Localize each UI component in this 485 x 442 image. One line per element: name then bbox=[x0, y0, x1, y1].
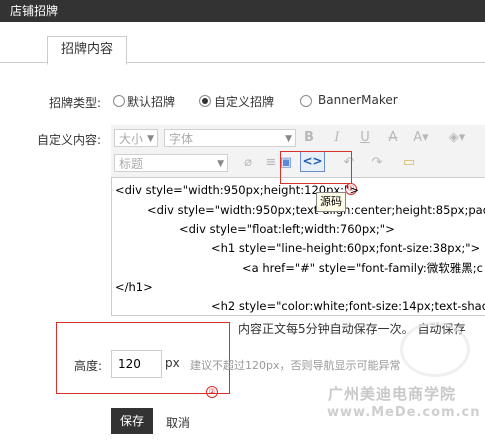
radio-custom-sign[interactable] bbox=[199, 95, 211, 107]
font-family-select-value: 字体 bbox=[169, 132, 194, 146]
window-title: 店铺招牌 bbox=[10, 4, 59, 18]
title-bar: 店铺招牌 bbox=[0, 0, 485, 22]
cancel-button[interactable]: 取消 bbox=[166, 414, 190, 431]
radio-default-sign[interactable] bbox=[113, 95, 125, 107]
insert-file-icon[interactable]: ▭ bbox=[399, 153, 419, 173]
font-size-select-value: 大小 bbox=[119, 132, 144, 146]
chevron-down-icon: ▼ bbox=[147, 134, 154, 144]
heading-select[interactable]: 标题 ▼ bbox=[114, 154, 228, 172]
radio-default-sign-label[interactable]: 默认招牌 bbox=[127, 93, 175, 110]
code-line: <a href="#" style="font-family:微软雅黑;c bbox=[242, 261, 483, 275]
underline-icon[interactable]: U bbox=[355, 128, 375, 148]
bold-icon[interactable]: B bbox=[299, 128, 319, 148]
watermark-logo bbox=[400, 322, 470, 377]
height-hint: 建议不超过120px，否则导航显示可能异常 bbox=[190, 359, 401, 372]
font-size-select[interactable]: 大小 ▼ bbox=[114, 129, 158, 147]
save-button[interactable]: 保存 bbox=[111, 408, 153, 434]
radio-bannermaker-label[interactable]: BannerMaker bbox=[318, 93, 398, 107]
code-line: <h1 style="line-height:60px;font-size:38… bbox=[211, 241, 481, 255]
source-code-area[interactable]: <div style="width:950px;height:120px;"> … bbox=[112, 178, 485, 313]
source-tooltip: 源码 bbox=[316, 192, 346, 212]
code-line: </h1> bbox=[115, 280, 153, 294]
height-input[interactable]: 120 bbox=[111, 350, 162, 378]
font-family-select[interactable]: 字体 ▼ bbox=[164, 129, 296, 147]
annotation-step-2: ② bbox=[206, 386, 218, 398]
code-line: <h2 style="color:white;font-size:14px;te… bbox=[211, 299, 485, 313]
text-color-icon[interactable]: A▾ bbox=[411, 128, 431, 148]
radio-bannermaker[interactable] bbox=[300, 95, 312, 107]
italic-icon[interactable]: I bbox=[327, 128, 347, 148]
chevron-down-icon: ▼ bbox=[217, 159, 224, 169]
tab-sign-content[interactable]: 招牌内容 bbox=[47, 36, 127, 65]
clear-format-icon[interactable]: ⌀ bbox=[238, 153, 258, 173]
heading-select-value: 标题 bbox=[119, 157, 144, 171]
radio-custom-sign-label[interactable]: 自定义招牌 bbox=[214, 93, 274, 110]
watermark-url: www.MeDe.com.cn bbox=[327, 405, 481, 420]
sign-type-label: 招牌类型: bbox=[48, 96, 101, 110]
watermark-text: 广州美迪电商学院 bbox=[328, 385, 457, 403]
chevron-down-icon: ▼ bbox=[285, 134, 292, 144]
height-unit: px bbox=[165, 356, 180, 370]
strikethrough-icon[interactable]: A bbox=[383, 128, 403, 148]
code-line: <div style="float:left;width:760px;"> bbox=[179, 222, 395, 236]
redo-icon[interactable]: ↷ bbox=[367, 153, 387, 173]
highlight-color-icon[interactable]: ◈▾ bbox=[447, 128, 467, 148]
height-label: 高度: bbox=[73, 359, 102, 373]
custom-content-label: 自定义内容: bbox=[36, 133, 101, 147]
